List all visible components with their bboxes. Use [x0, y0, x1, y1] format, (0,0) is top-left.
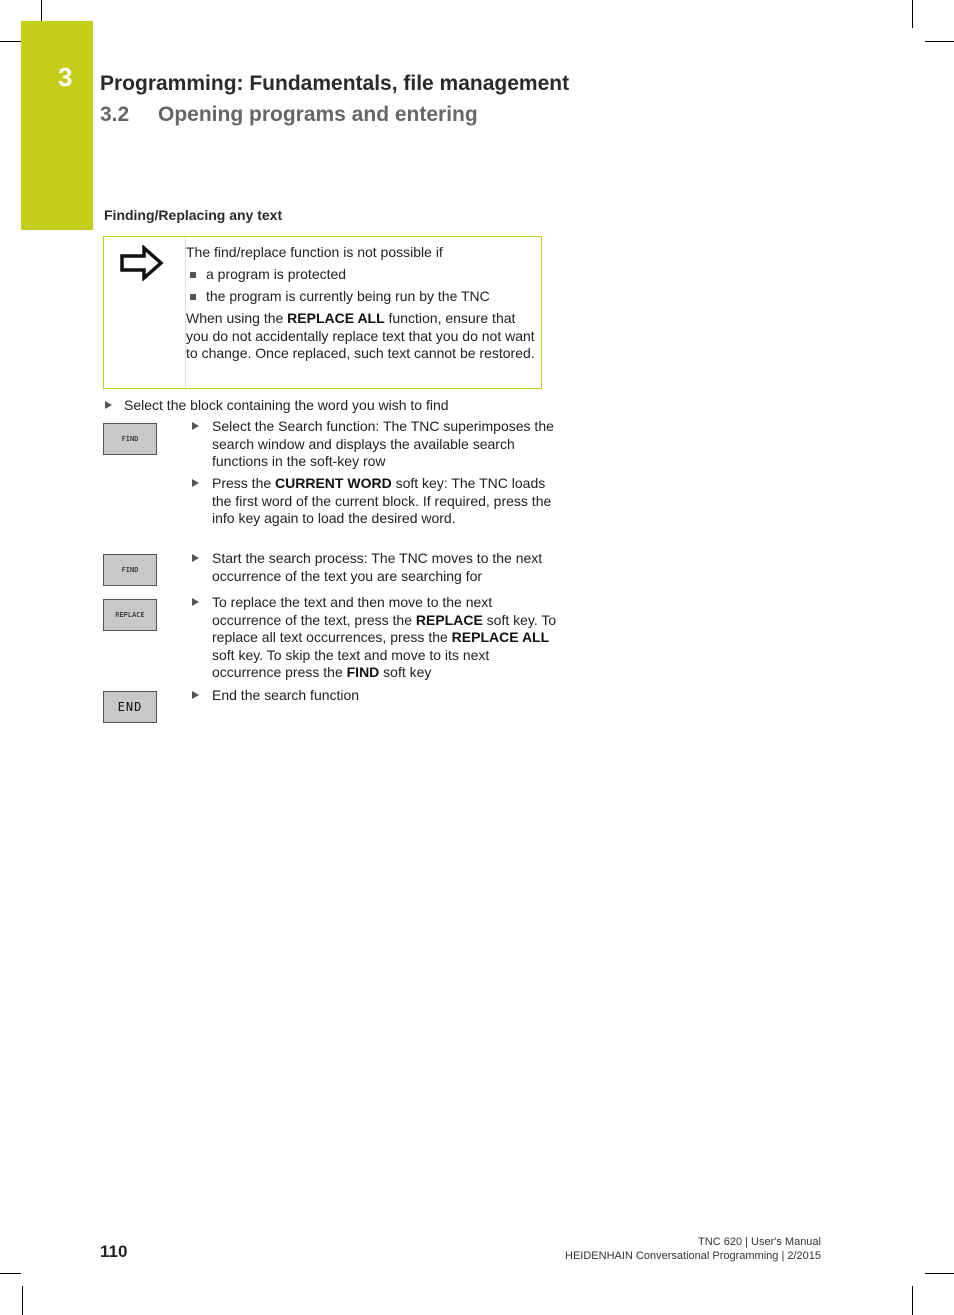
end-softkey[interactable]: END [103, 691, 157, 723]
chapter-title: Programming: Fundamentals, file manageme… [100, 72, 570, 95]
footer-line-1: TNC 620 | User's Manual [698, 1236, 821, 1248]
replace-softkey[interactable]: REPLACE [103, 599, 157, 631]
step-arrow-icon [192, 598, 199, 606]
section-title: Opening programs and entering [158, 103, 478, 126]
step-item: Start the search process: The TNC moves … [192, 550, 562, 585]
find-softkey[interactable]: FIND [103, 554, 157, 586]
footer-line-2: HEIDENHAIN Conversational Programming | … [565, 1250, 821, 1262]
subsection-title: Finding/Replacing any text [104, 207, 283, 223]
crop-mark [0, 41, 21, 42]
note-body: The find/replace function is not possibl… [186, 244, 536, 363]
crop-mark [0, 1273, 21, 1274]
note-warning: When using the REPLACE ALL function, ens… [186, 310, 535, 361]
note-intro: The find/replace function is not possibl… [186, 244, 443, 260]
footer-info: TNC 620 | User's Manual HEIDENHAIN Conve… [565, 1235, 821, 1263]
crop-mark [925, 41, 954, 42]
note-bullet: a program is protected [186, 266, 536, 284]
section-number: 3.2 [100, 103, 130, 126]
page-number: 110 [100, 1242, 128, 1261]
step-arrow-icon [192, 554, 199, 562]
intro-step: Select the block containing the word you… [105, 397, 449, 415]
note-box: The find/replace function is not possibl… [103, 236, 542, 389]
crop-mark [912, 1286, 913, 1315]
note-bullet: the program is currently being run by th… [186, 288, 536, 306]
crop-mark [22, 1286, 23, 1315]
bullet-square-icon [190, 294, 196, 300]
step-item: Select the Search function: The TNC supe… [192, 418, 562, 471]
chapter-number: 3 [58, 62, 73, 92]
section-heading: 3.2 Opening programs and entering [100, 103, 478, 127]
step-arrow-icon [192, 691, 199, 699]
step-item: Press the CURRENT WORD soft key: The TNC… [192, 475, 562, 528]
step-arrow-icon [192, 422, 199, 430]
crop-mark [925, 1273, 954, 1274]
arrow-right-icon [120, 245, 164, 281]
chapter-tab [21, 21, 93, 230]
find-softkey[interactable]: FIND [103, 423, 157, 455]
step-item: To replace the text and then move to the… [192, 594, 562, 682]
step-item: End the search function [192, 687, 562, 705]
crop-mark [912, 0, 913, 28]
bullet-square-icon [190, 272, 196, 278]
step-arrow-icon [105, 401, 112, 409]
step-arrow-icon [192, 479, 199, 487]
